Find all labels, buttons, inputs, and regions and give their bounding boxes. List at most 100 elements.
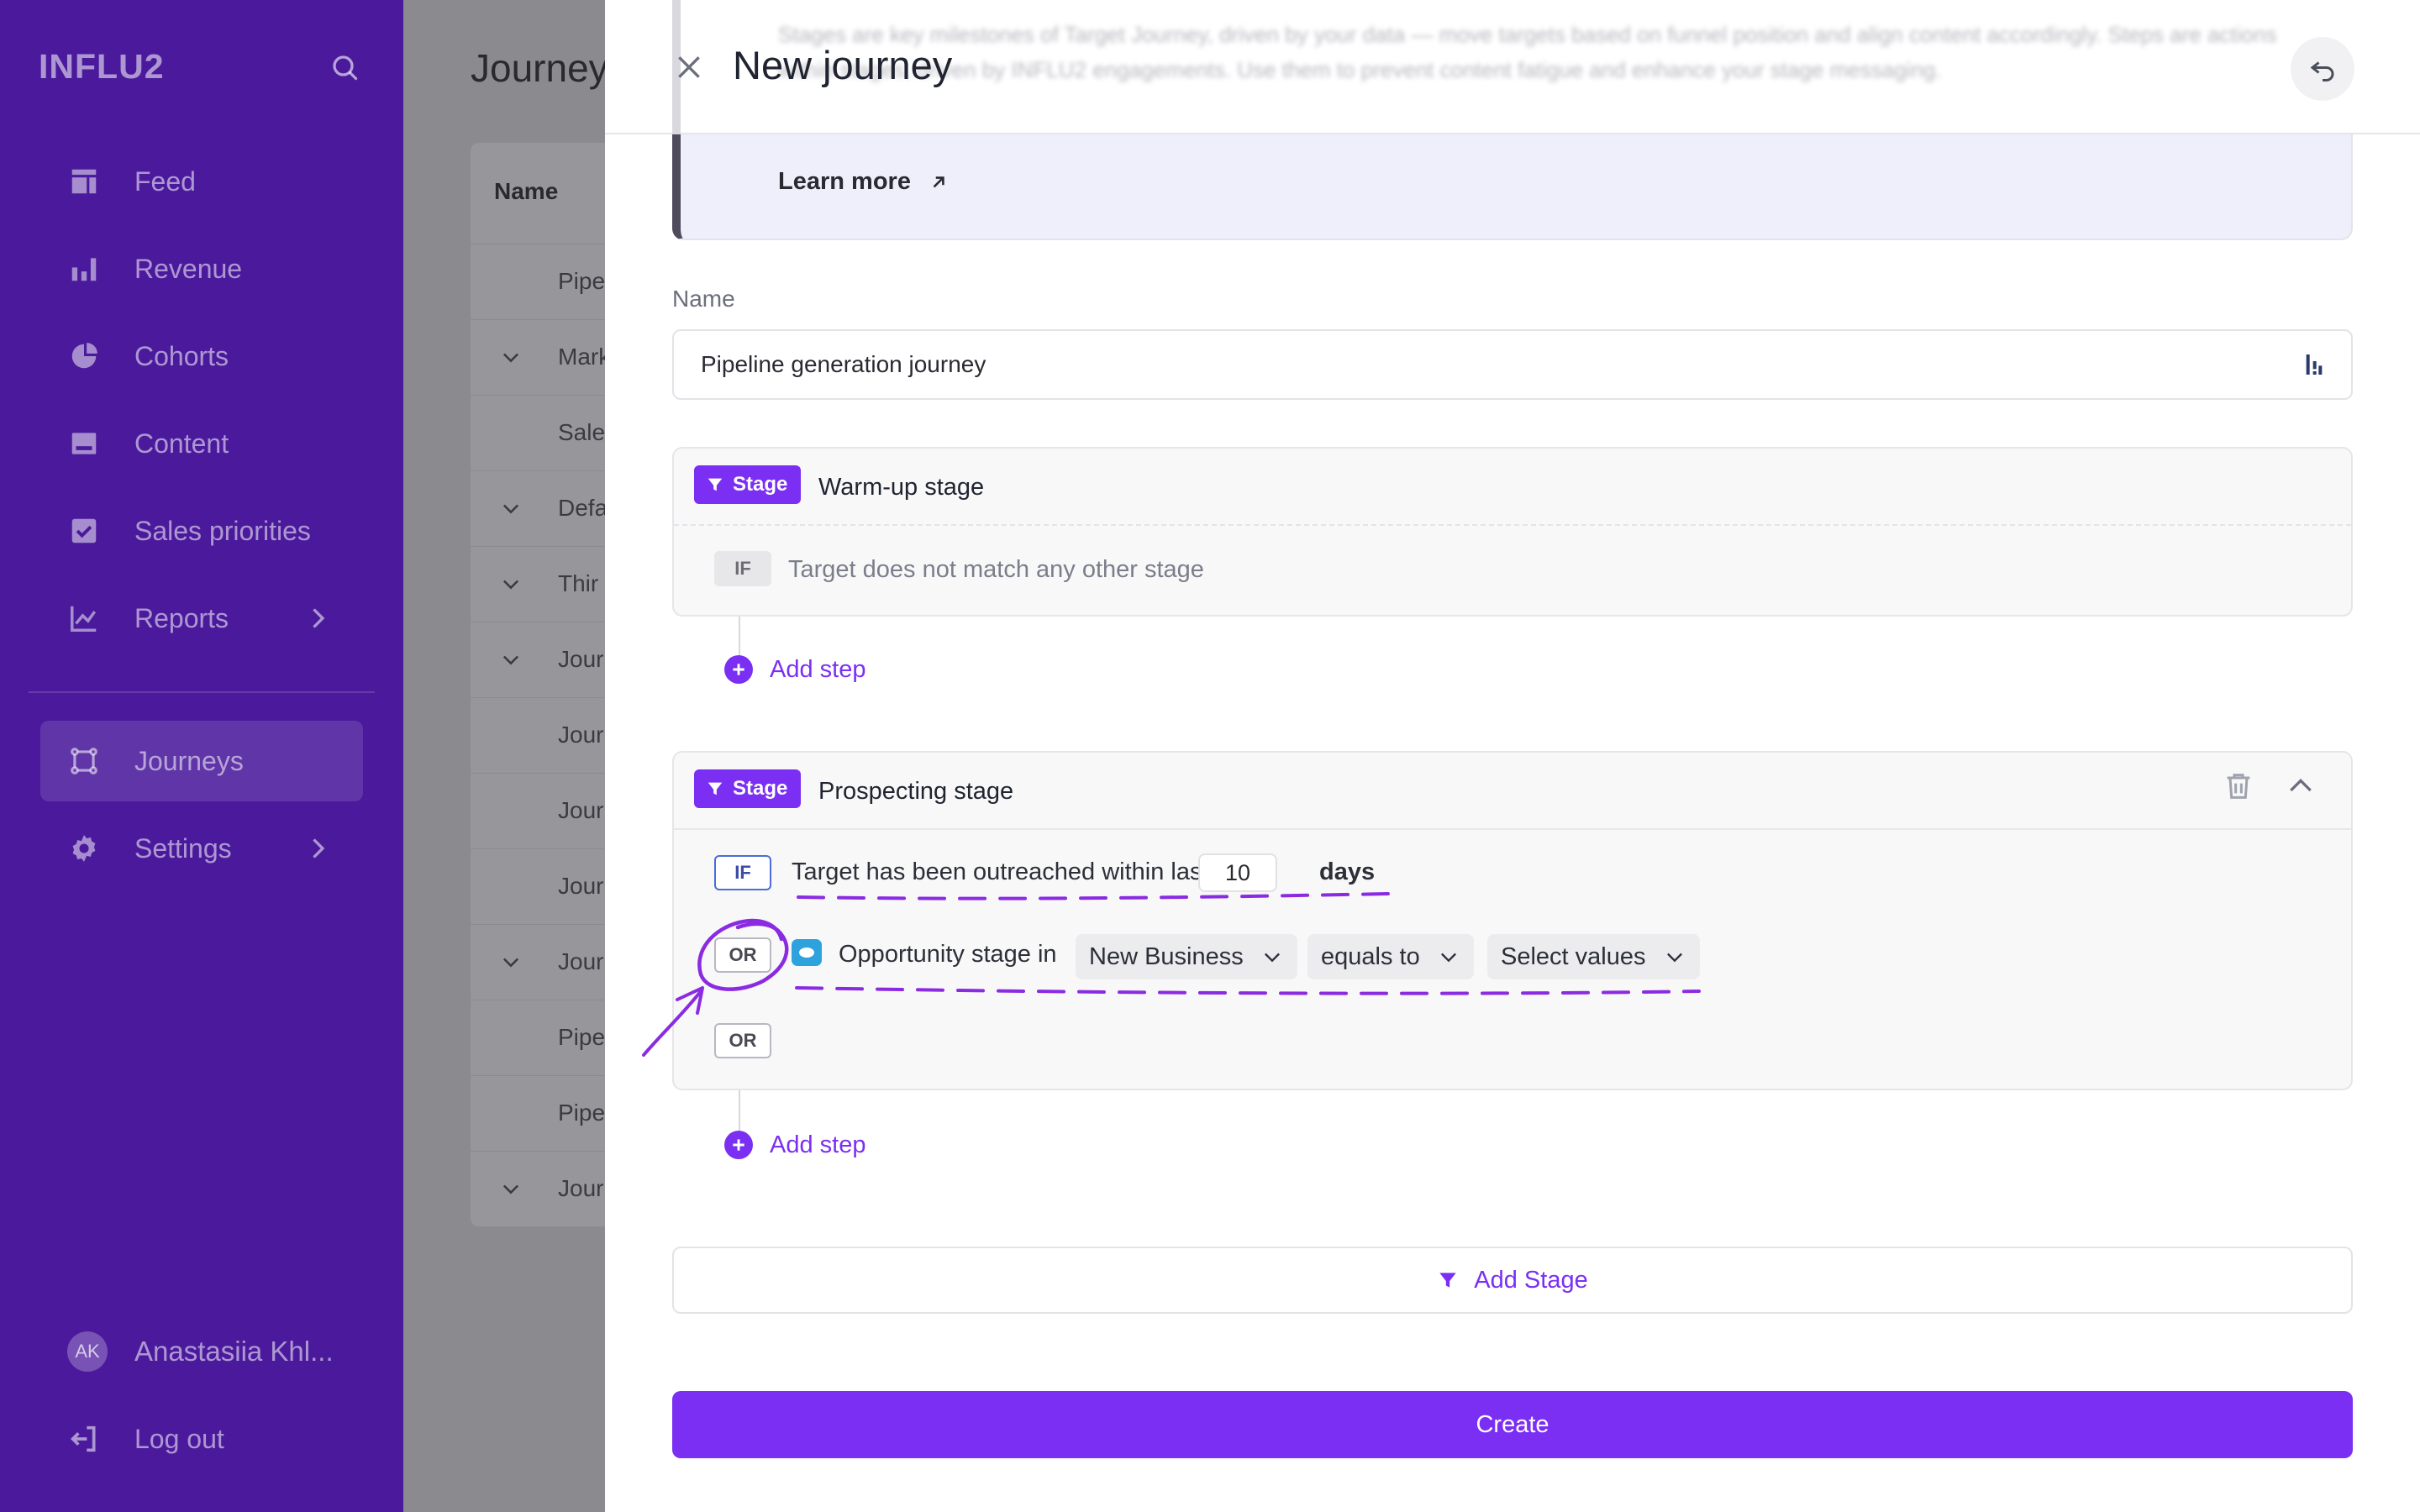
panel-title: New journey: [733, 43, 953, 87]
sidebar-divider: [29, 691, 375, 693]
journeys-icon: [67, 744, 101, 778]
sidebar-item-label: Content: [134, 428, 229, 459]
table-row[interactable]: Jour: [471, 622, 605, 697]
stage-card-prospecting: Stage Prospecting stage IF Target has be…: [672, 751, 2353, 1090]
panel-header: Stages are key milestones of Target Jour…: [605, 0, 2420, 134]
table-row[interactable]: Defa: [471, 470, 605, 546]
chevron-up-icon[interactable]: [2284, 769, 2317, 803]
page-title: Journeys: [471, 46, 605, 90]
card-divider: [674, 524, 2351, 526]
chevron-down-icon[interactable]: [499, 950, 523, 974]
stage-badge: Stage: [694, 465, 802, 504]
table-row[interactable]: Pipe: [471, 1000, 605, 1075]
filter-icon: [1439, 1273, 1457, 1288]
external-link-icon: [933, 176, 944, 187]
table-row[interactable]: Pipe: [471, 1075, 605, 1151]
chevron-right-icon: [313, 838, 325, 858]
content-icon: [67, 427, 101, 460]
sidebar-item-reports[interactable]: Reports: [40, 578, 363, 659]
opportunity-stage-dropdown[interactable]: New Business: [1076, 934, 1297, 979]
logout-label: Log out: [134, 1423, 224, 1454]
variable-icon[interactable]: [2301, 351, 2328, 378]
table-row[interactable]: Sale: [471, 395, 605, 470]
chevron-right-icon: [313, 608, 325, 628]
table-row[interactable]: Jour: [471, 697, 605, 773]
learn-more-label: Learn more: [778, 168, 911, 195]
table-row[interactable]: Jour: [471, 848, 605, 924]
line-chart-icon: [67, 601, 101, 635]
sidebar-item-sales-priorities[interactable]: Sales priorities: [40, 491, 363, 571]
or-badge[interactable]: OR: [714, 937, 771, 973]
or-add-badge[interactable]: OR: [714, 1023, 771, 1058]
learn-more-link[interactable]: Learn more: [778, 168, 950, 196]
chevron-down-icon[interactable]: [499, 1177, 523, 1200]
days-input[interactable]: [1198, 853, 1277, 892]
info-box: Learn more: [672, 134, 2353, 240]
chevron-down-icon[interactable]: [499, 572, 523, 596]
filter-icon: [708, 478, 723, 491]
journey-name-input[interactable]: [672, 329, 2353, 400]
days-label: days: [1319, 858, 1376, 885]
create-button[interactable]: Create: [672, 1391, 2353, 1458]
sidebar-item-label: Journeys: [134, 745, 244, 776]
background-page: Journeys Name Pipe Mark Sale Defa Thir J…: [403, 0, 605, 1512]
plus-icon: [724, 655, 753, 684]
table-row[interactable]: Mark: [471, 319, 605, 395]
chevron-down-icon[interactable]: [499, 648, 523, 671]
condition-text: Opportunity stage in: [839, 941, 1057, 968]
salesforce-icon: [792, 939, 822, 966]
condition-text: Target has been outreached within last: [792, 858, 1209, 885]
avatar[interactable]: AK: [67, 1331, 108, 1372]
chevron-down-icon: [1666, 953, 1682, 963]
undo-button[interactable]: [2291, 37, 2354, 101]
sidebar-item-revenue[interactable]: Revenue: [40, 228, 363, 309]
card-divider: [674, 828, 2351, 830]
sidebar-item-label: Feed: [134, 165, 196, 197]
chevron-down-icon[interactable]: [499, 496, 523, 520]
condition-text: Target does not match any other stage: [788, 556, 1204, 583]
sidebar-item-feed[interactable]: Feed: [40, 141, 363, 222]
plus-icon: [724, 1131, 753, 1159]
stage-card-warm-up: Stage Warm-up stage IF Target does not m…: [672, 447, 2353, 617]
journeys-table: Name Pipe Mark Sale Defa Thir Jour Jour …: [471, 143, 605, 1226]
table-row[interactable]: Thir: [471, 546, 605, 622]
name-label: Name: [672, 286, 735, 312]
logout-button[interactable]: Log out: [40, 1399, 363, 1479]
undo-icon: [2310, 61, 2334, 81]
add-step-button[interactable]: Add step: [724, 1131, 865, 1159]
add-step-button[interactable]: Add step: [724, 655, 865, 684]
search-icon[interactable]: [329, 52, 360, 82]
header-description: Stages are key milestones of Target Jour…: [778, 22, 2277, 82]
logout-icon: [71, 1425, 96, 1452]
sidebar-item-settings[interactable]: Settings: [40, 808, 363, 889]
table-header-name: Name: [494, 178, 559, 204]
user-name[interactable]: Anastasiia Khl...: [134, 1336, 334, 1368]
if-badge: IF: [714, 551, 771, 586]
if-badge[interactable]: IF: [714, 855, 771, 890]
table-row[interactable]: Jour: [471, 1151, 605, 1226]
sidebar-item-cohorts[interactable]: Cohorts: [40, 316, 363, 396]
comparator-dropdown[interactable]: equals to: [1307, 934, 1474, 979]
sidebar: INFLU2 Feed Revenue Cohorts Content Sale…: [0, 0, 403, 1512]
gear-icon: [67, 832, 101, 865]
trash-icon[interactable]: [2222, 769, 2255, 803]
checkbox-icon: [67, 514, 101, 548]
sidebar-item-content[interactable]: Content: [40, 403, 363, 484]
table-row[interactable]: Jour: [471, 773, 605, 848]
stage-name[interactable]: Prospecting stage: [818, 778, 1013, 806]
sidebar-item-journeys[interactable]: Journeys: [40, 721, 363, 801]
chevron-down-icon: [1264, 953, 1280, 963]
bar-chart-icon: [67, 252, 101, 286]
table-row[interactable]: Jour: [471, 924, 605, 1000]
table-row[interactable]: Pipe: [471, 244, 605, 319]
values-dropdown[interactable]: Select values: [1487, 934, 1700, 979]
filter-icon: [708, 782, 723, 795]
chevron-down-icon[interactable]: [499, 345, 523, 369]
sidebar-item-label: Sales priorities: [134, 515, 311, 546]
sidebar-item-label: Cohorts: [134, 340, 229, 371]
app-logo: INFLU2: [39, 47, 165, 86]
close-icon[interactable]: [672, 50, 706, 84]
stage-name[interactable]: Warm-up stage: [818, 474, 984, 501]
add-stage-button[interactable]: Add Stage: [672, 1247, 2353, 1314]
sidebar-item-label: Revenue: [134, 253, 243, 284]
